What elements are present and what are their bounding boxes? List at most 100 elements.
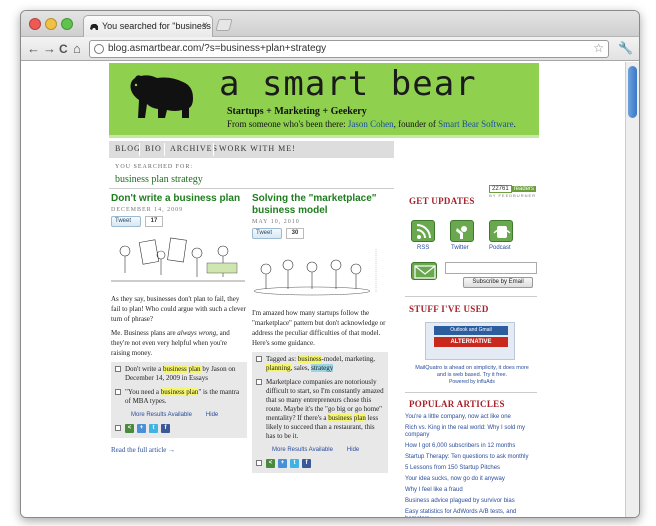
highlight: strategy	[311, 364, 334, 372]
podcast-icon[interactable]	[489, 220, 513, 242]
popular-item[interactable]: 5 Lessons from 150 Startup Pitches	[405, 465, 537, 472]
related-text: Tagged as:	[266, 355, 298, 363]
popular-item[interactable]: Business advice plagued by survivor bias	[405, 498, 537, 505]
checkbox[interactable]	[115, 389, 121, 395]
popular-item[interactable]: Rich vs. King in the real world: Why I s…	[405, 425, 537, 439]
popular-item[interactable]: Why I feel like a fraud	[405, 487, 537, 494]
checkbox[interactable]	[256, 460, 262, 466]
site-tagline: Startups + Marketing + Geekery	[227, 106, 367, 117]
tweet-label: Tweet	[115, 218, 132, 224]
twitter-bird-icon[interactable]	[450, 220, 474, 242]
facebook-icon[interactable]: f	[161, 424, 170, 433]
tab-close-icon[interactable]: ×	[202, 20, 208, 31]
nav-bio[interactable]: BIO	[145, 144, 162, 153]
post-title[interactable]: Don't write a business plan	[111, 193, 247, 205]
related-text: Don't write a	[125, 365, 164, 373]
podcast-label[interactable]: Podcast	[489, 245, 511, 251]
popular-item[interactable]: You're a little company, now act like on…	[405, 414, 537, 421]
checkbox[interactable]	[115, 366, 121, 372]
delicious-icon[interactable]: +	[137, 424, 146, 433]
related-links: More Results Available Hide	[131, 411, 243, 420]
twitter-label[interactable]: Twitter	[451, 245, 469, 251]
popular-item[interactable]: How I got 6,000 subscribers in 12 months	[405, 443, 537, 450]
subscribe-by-email-button[interactable]: Subscribe by Email	[463, 277, 533, 288]
related-item[interactable]: "You need a business plan" is the mantra…	[115, 388, 243, 406]
related-text: , sales,	[290, 364, 312, 372]
more-results-link[interactable]: More Results Available	[131, 412, 192, 418]
maximize-window-button[interactable]	[61, 18, 73, 30]
bear-logo-icon[interactable]	[127, 68, 197, 120]
company-link[interactable]: Smart Bear Software	[438, 119, 513, 129]
post-1: Don't write a business plan DECEMBER 14,…	[111, 193, 247, 454]
vertical-scrollbar[interactable]	[625, 62, 639, 517]
cartoon-image	[111, 233, 245, 283]
related-item[interactable]: Don't write a business plan by Jason on …	[115, 365, 243, 383]
highlight: business	[163, 365, 187, 373]
nav-blog[interactable]: BLOG	[115, 144, 141, 153]
post-title[interactable]: Solving the "marketplace" business model	[252, 193, 388, 217]
wrench-menu-icon[interactable]: 🔧	[618, 41, 633, 55]
forward-arrow-icon[interactable]: →	[43, 41, 56, 57]
minimize-window-button[interactable]	[45, 18, 57, 30]
delicious-icon[interactable]: +	[278, 459, 287, 468]
rss-icon[interactable]	[411, 220, 435, 242]
content-divider	[109, 188, 394, 189]
author-link[interactable]: Jason Cohen	[348, 119, 394, 129]
post-excerpt: I'm amazed how many startups follow the …	[252, 308, 388, 348]
site-header: a smart bear Startups + Marketing + Geek…	[109, 63, 539, 138]
back-arrow-icon[interactable]: ←	[27, 41, 40, 57]
popular-item[interactable]: Startup Therapy: Ten questions to ask mo…	[405, 454, 537, 461]
post-date: DECEMBER 14, 2009	[111, 207, 184, 213]
tweet-button[interactable]: Tweet	[111, 216, 141, 227]
tweet-count: 17	[145, 216, 163, 227]
readers-label: readers	[511, 186, 537, 192]
tweet-button[interactable]: Tweet	[252, 228, 282, 239]
nav-work-with-me[interactable]: WORK WITH ME!	[219, 144, 296, 153]
cartoon-image	[252, 245, 386, 297]
facebook-icon[interactable]: f	[302, 459, 311, 468]
popular-item[interactable]: Easy statistics for AdWords A/B tests, a…	[405, 509, 537, 517]
bookmark-star-icon[interactable]: ☆	[593, 41, 604, 55]
popular-item[interactable]: Your idea sucks, now go do it anyway	[405, 476, 537, 483]
related-text: -model, marketing,	[321, 355, 375, 363]
twitter-icon[interactable]: t	[290, 459, 299, 468]
new-tab-button[interactable]	[215, 19, 233, 31]
home-icon[interactable]: ⌂	[73, 41, 81, 57]
close-window-button[interactable]	[29, 18, 41, 30]
popular-heading: POPULAR ARTICLES	[409, 399, 505, 409]
email-field[interactable]	[445, 262, 537, 274]
mailquatro-ad[interactable]: Outlook and Gmail ALTERNATIVE	[425, 322, 515, 360]
address-url: blog.asmartbear.com/?s=business+plan+str…	[108, 43, 327, 54]
site-title[interactable]: a smart bear	[219, 64, 477, 104]
feedburner-badge[interactable]: 22761 readers BY FEEDBURNER	[489, 185, 537, 198]
related-item[interactable]: Marketplace companies are notoriously di…	[256, 378, 384, 441]
hide-link[interactable]: Hide	[347, 447, 359, 453]
checkbox[interactable]	[256, 379, 262, 385]
ad-description[interactable]: MailQuatro is ahead on simplicity, it do…	[411, 365, 533, 379]
byline-prefix: From someone who's been there:	[227, 119, 346, 129]
related-item[interactable]: Tagged as: business-model, marketing, pl…	[256, 355, 384, 373]
reload-icon[interactable]: C	[59, 41, 68, 57]
nav-divider	[164, 143, 165, 156]
get-updates-heading: GET UPDATES	[409, 196, 475, 206]
address-bar[interactable]: blog.asmartbear.com/?s=business+plan+str…	[89, 40, 609, 58]
post-excerpt: As they say, businesses don't plan to fa…	[111, 294, 247, 358]
checkbox[interactable]	[256, 356, 262, 362]
site-byline: From someone who's been there: Jason Coh…	[227, 119, 516, 129]
envelope-icon[interactable]	[411, 262, 437, 280]
ad-powered-by[interactable]: Powered by InfluAds	[411, 379, 533, 385]
twitter-icon[interactable]: t	[149, 424, 158, 433]
excerpt-paragraph: As they say, businesses don't plan to fa…	[111, 295, 246, 323]
hide-link[interactable]: Hide	[206, 412, 218, 418]
scrollbar-thumb[interactable]	[628, 66, 637, 118]
more-results-link[interactable]: More Results Available	[272, 447, 333, 453]
read-full-article-link[interactable]: Read the full article →	[111, 446, 247, 454]
checkbox[interactable]	[115, 425, 121, 431]
search-term: business plan strategy	[115, 174, 203, 185]
nav-archives[interactable]: ARCHIVES	[170, 144, 218, 153]
browser-tab[interactable]: You searched for "business ×	[83, 15, 213, 37]
share-icon[interactable]: <	[125, 424, 134, 433]
share-icon[interactable]: <	[266, 459, 275, 468]
rss-label[interactable]: RSS	[417, 245, 429, 251]
ad-banner: ALTERNATIVE	[434, 337, 508, 347]
